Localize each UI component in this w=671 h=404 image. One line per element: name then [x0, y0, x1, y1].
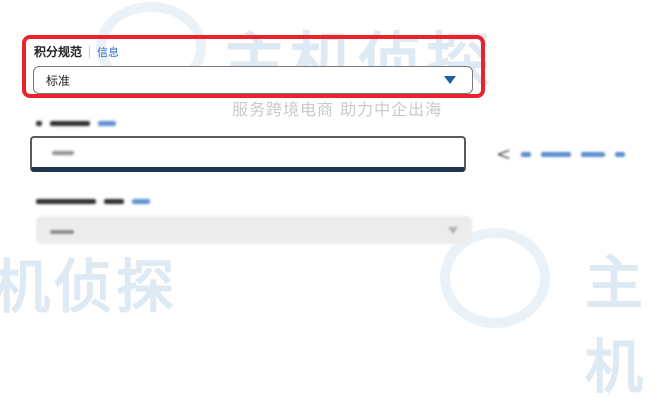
field-three-label-extra [104, 199, 124, 204]
watermark-tagline: 服务跨境电商 助力中企出海 [232, 100, 443, 119]
field-three-select[interactable] [36, 216, 472, 244]
label-divider [89, 45, 91, 58]
field-two-label-row [36, 121, 116, 126]
points-field-label: 积分规范 [34, 45, 83, 59]
field-two-value [52, 150, 74, 155]
watermark-brand-bottom-left: 机侦探 [0, 253, 179, 321]
share-link-part-1 [521, 152, 532, 157]
field-three-label [36, 199, 96, 204]
share-link-part-2 [541, 152, 572, 157]
share-link-part-3 [581, 152, 606, 157]
watermark-brand-bottom-right: 主机 [585, 249, 648, 401]
field-two-label [50, 121, 90, 126]
field-two-input[interactable] [30, 136, 466, 172]
chevron-down-icon [448, 226, 458, 234]
share-link-part-4 [615, 152, 626, 157]
points-spec-selected-value: 标准 [46, 73, 71, 88]
points-spec-select[interactable]: 标准 [33, 66, 473, 94]
share-icon[interactable]: < [496, 144, 511, 165]
field-three-link[interactable] [132, 199, 150, 204]
field-two-link[interactable] [98, 121, 116, 126]
field-three-label-row [36, 199, 150, 204]
points-field-label-row: 积分规范 信息 [34, 43, 119, 60]
field-two-label-mark [36, 121, 42, 126]
chevron-down-icon [444, 76, 456, 84]
share-area[interactable]: < [496, 144, 626, 165]
field-three-value [50, 224, 448, 237]
info-link[interactable]: 信息 [97, 44, 119, 60]
